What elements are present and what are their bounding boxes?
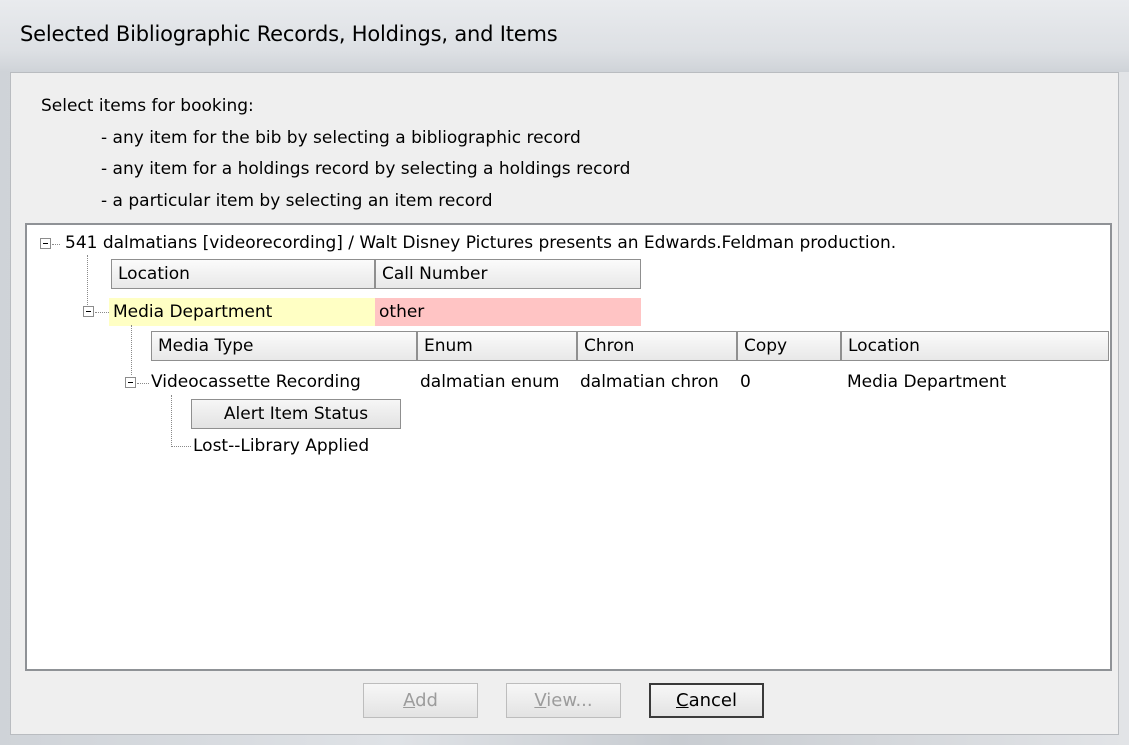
item-media-type[interactable]: Videocassette Recording: [151, 370, 361, 394]
column-header-item-location[interactable]: Location: [841, 331, 1109, 361]
holding-location-cell[interactable]: Media Department: [109, 298, 375, 326]
collapse-bib-icon[interactable]: [40, 238, 51, 249]
column-header-copy[interactable]: Copy: [737, 331, 841, 361]
column-header-location[interactable]: Location: [111, 259, 375, 289]
tree-connector: [131, 325, 132, 375]
instruction-holdings: - any item for a holdings record by sele…: [101, 159, 631, 179]
instruction-bib: - any item for the bib by selecting a bi…: [101, 127, 581, 148]
window-title: Selected Bibliographic Records, Holdings…: [20, 22, 558, 46]
holding-call-number-cell[interactable]: other: [375, 298, 641, 326]
tree-connector: [171, 395, 172, 445]
instructions-heading: Select items for booking:: [41, 96, 254, 116]
records-tree[interactable]: 541 dalmatians [videorecording] / Walt D…: [25, 223, 1112, 671]
column-header-call-number[interactable]: Call Number: [375, 259, 641, 289]
tree-connector: [137, 383, 149, 384]
column-header-enum[interactable]: Enum: [417, 331, 577, 361]
column-header-alert-item-status[interactable]: Alert Item Status: [191, 399, 401, 429]
item-copy: 0: [740, 372, 751, 392]
title-bar[interactable]: Selected Bibliographic Records, Holdings…: [0, 0, 1129, 72]
cancel-button[interactable]: Cancel: [649, 683, 764, 718]
instructions: Select items for booking: - any item for…: [41, 91, 630, 217]
item-chron: dalmatian chron: [580, 372, 719, 392]
tree-connector: [87, 255, 88, 307]
column-header-chron[interactable]: Chron: [577, 331, 737, 361]
item-location: Media Department: [847, 372, 1007, 392]
instruction-item: - a particular item by selecting an item…: [101, 190, 493, 211]
button-bar: Add View... Cancel: [11, 671, 1118, 731]
tree-connector: [171, 446, 191, 447]
item-enum: dalmatian enum: [420, 372, 560, 392]
view-button[interactable]: View...: [506, 683, 621, 718]
tree-connector: [95, 312, 109, 313]
column-header-media-type[interactable]: Media Type: [151, 331, 417, 361]
dialog-client-area: Select items for booking: - any item for…: [10, 72, 1119, 735]
collapse-item-icon[interactable]: [125, 377, 136, 388]
add-button[interactable]: Add: [363, 683, 478, 718]
bib-record-row[interactable]: 541 dalmatians [videorecording] / Walt D…: [65, 231, 896, 255]
dialog-window: Selected Bibliographic Records, Holdings…: [0, 0, 1129, 745]
tree-connector: [52, 244, 60, 245]
alert-status-value[interactable]: Lost--Library Applied: [193, 434, 369, 458]
collapse-holding-icon[interactable]: [83, 306, 94, 317]
